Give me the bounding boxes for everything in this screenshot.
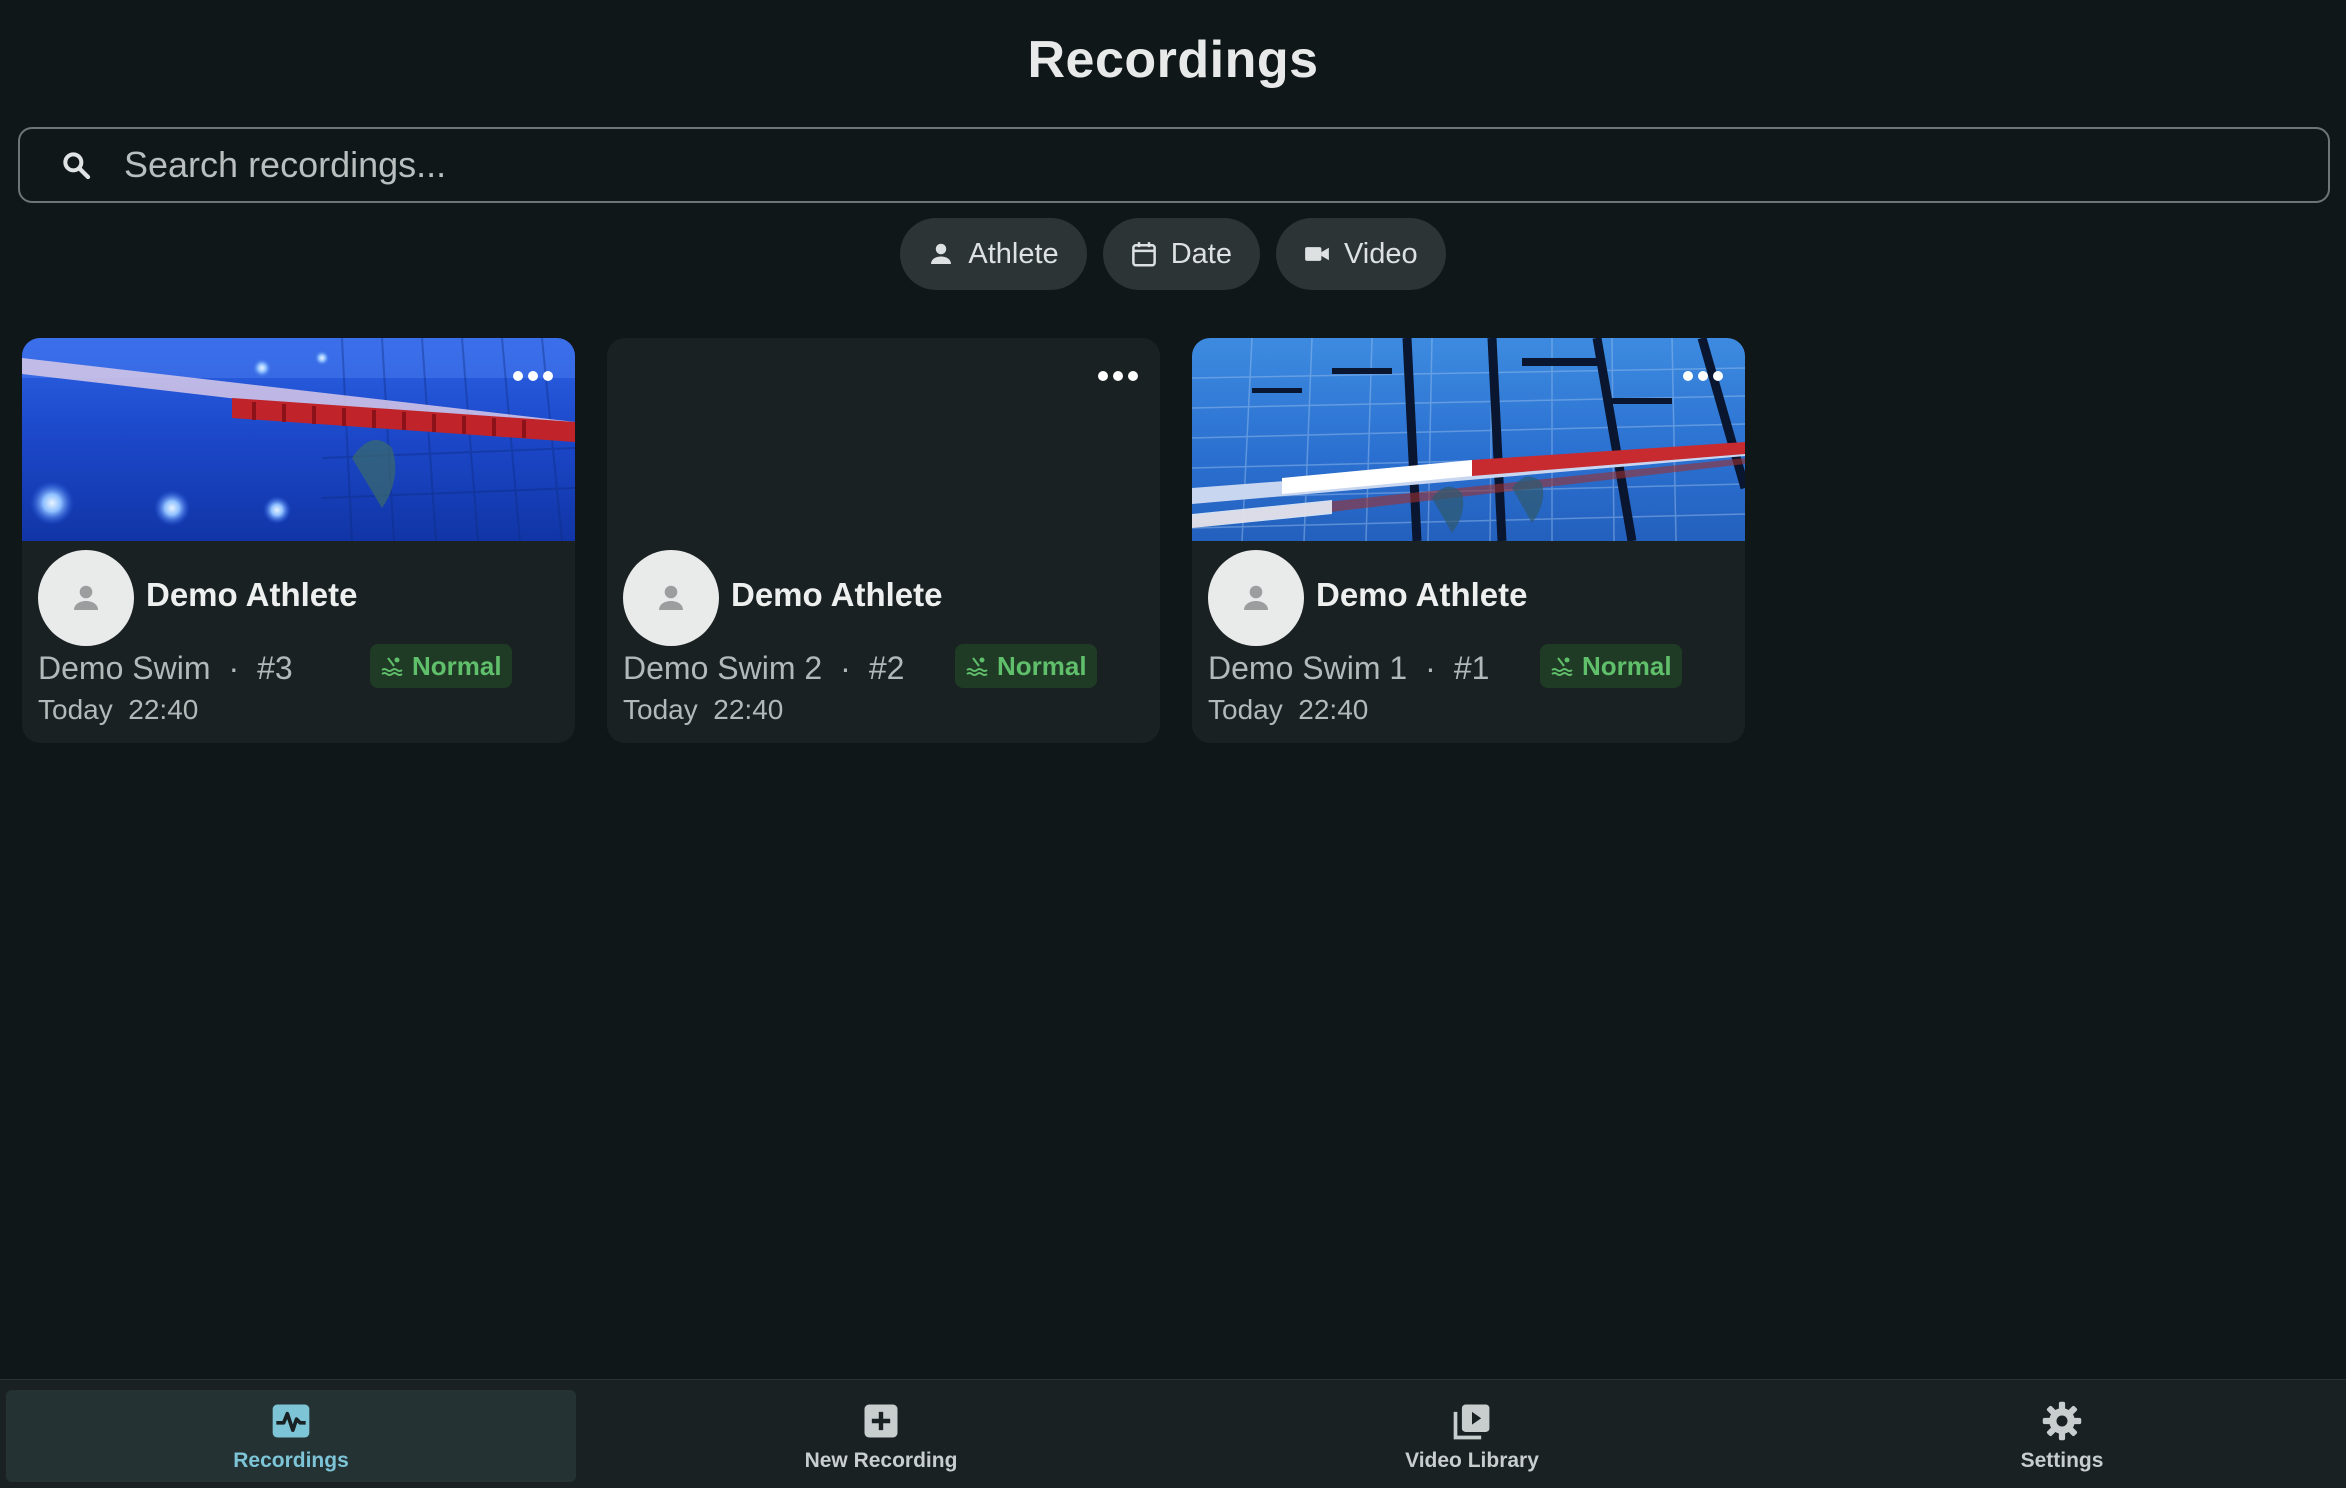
calendar-icon (1131, 242, 1156, 267)
athlete-name: Demo Athlete (146, 576, 358, 613)
filter-chip-date[interactable]: Date (1102, 218, 1260, 290)
video-thumbnail (1192, 338, 1745, 541)
recording-title: Demo Swim (38, 650, 211, 686)
person-icon (1244, 585, 1268, 610)
add-box-icon (864, 1404, 898, 1438)
more-horizontal-icon (1098, 371, 1138, 381)
nav-item-new-recording[interactable]: New Recording (596, 1390, 1166, 1482)
bottom-navigation: Recordings New Recording Video Library S… (0, 1379, 2346, 1488)
search-input[interactable] (122, 143, 2126, 187)
pool-icon (966, 657, 988, 676)
recording-number: #2 (868, 650, 905, 686)
avatar (38, 550, 134, 646)
filter-chip-video[interactable]: Video (1275, 218, 1446, 290)
recording-day: Today (38, 694, 113, 725)
more-horizontal-icon (1683, 371, 1723, 381)
status-label: Normal (997, 650, 1087, 681)
athlete-name: Demo Athlete (731, 576, 943, 613)
recording-time: Today 22:40 (1208, 694, 1368, 726)
recording-clock: 22:40 (713, 694, 784, 725)
filter-chip-athlete[interactable]: Athlete (900, 218, 1087, 290)
person-icon (931, 243, 952, 264)
recording-title: Demo Swim 2 (623, 650, 823, 686)
avatar (1208, 550, 1304, 646)
recording-number: #1 (1453, 650, 1490, 686)
nav-label: Recordings (233, 1449, 349, 1472)
person-icon (74, 585, 98, 610)
recording-card[interactable]: Demo Athlete Demo Swim 1 · #1 Normal Tod… (1192, 338, 1745, 743)
status-badge: Normal (370, 644, 512, 688)
recording-clock: 22:40 (128, 694, 199, 725)
recording-card[interactable]: Demo Athlete Demo Swim 2 · #2 Normal Tod… (607, 338, 1160, 743)
page-title: Recordings (1027, 31, 1319, 89)
more-options-button[interactable] (509, 358, 557, 394)
recording-card[interactable]: Demo Athlete Demo Swim · #3 Normal Today… (22, 338, 575, 743)
nav-item-recordings[interactable]: Recordings (6, 1390, 576, 1482)
videocam-icon (1305, 247, 1329, 261)
meta-separator: · (1425, 650, 1436, 686)
gear-icon (2042, 1401, 2082, 1441)
status-label: Normal (1582, 650, 1672, 681)
filter-chips: Athlete Date Video (0, 218, 2346, 290)
meta-separator: · (228, 650, 240, 686)
video-thumbnail (22, 338, 575, 541)
search-bar[interactable] (18, 127, 2330, 203)
nav-label: Settings (2020, 1449, 2104, 1472)
athlete-name: Demo Athlete (1316, 576, 1528, 613)
recording-meta: Demo Swim 1 · #1 (1208, 650, 1489, 687)
person-icon (659, 585, 683, 610)
filter-chip-label: Athlete (968, 237, 1059, 270)
pool-icon (1551, 657, 1573, 676)
avatar (623, 550, 719, 646)
nav-item-settings[interactable]: Settings (1777, 1390, 2346, 1482)
status-badge: Normal (1540, 644, 1682, 688)
activity-icon (272, 1404, 310, 1438)
recording-time: Today 22:40 (38, 694, 198, 726)
pool-icon (381, 657, 403, 676)
recording-time: Today 22:40 (623, 694, 783, 726)
video-library-icon (1453, 1404, 1490, 1440)
recording-meta: Demo Swim · #3 (38, 650, 293, 687)
nav-label: New Recording (804, 1449, 958, 1472)
recording-day: Today (1208, 694, 1283, 725)
more-options-button[interactable] (1094, 358, 1142, 394)
filter-chip-label: Date (1170, 237, 1232, 270)
recording-meta: Demo Swim 2 · #2 (623, 650, 904, 687)
meta-separator: · (840, 650, 851, 686)
filter-chip-label: Video (1343, 237, 1418, 270)
recording-number: #3 (257, 650, 293, 686)
recording-title: Demo Swim 1 (1208, 650, 1408, 686)
nav-item-video-library[interactable]: Video Library (1187, 1390, 1757, 1482)
more-options-button[interactable] (1679, 358, 1727, 394)
video-thumbnail (607, 338, 1160, 541)
nav-label: Video Library (1405, 1449, 1539, 1472)
more-horizontal-icon (513, 371, 553, 381)
search-icon (63, 152, 91, 180)
recording-day: Today (623, 694, 698, 725)
status-badge: Normal (955, 644, 1097, 688)
status-label: Normal (412, 650, 502, 681)
recording-clock: 22:40 (1298, 694, 1369, 725)
